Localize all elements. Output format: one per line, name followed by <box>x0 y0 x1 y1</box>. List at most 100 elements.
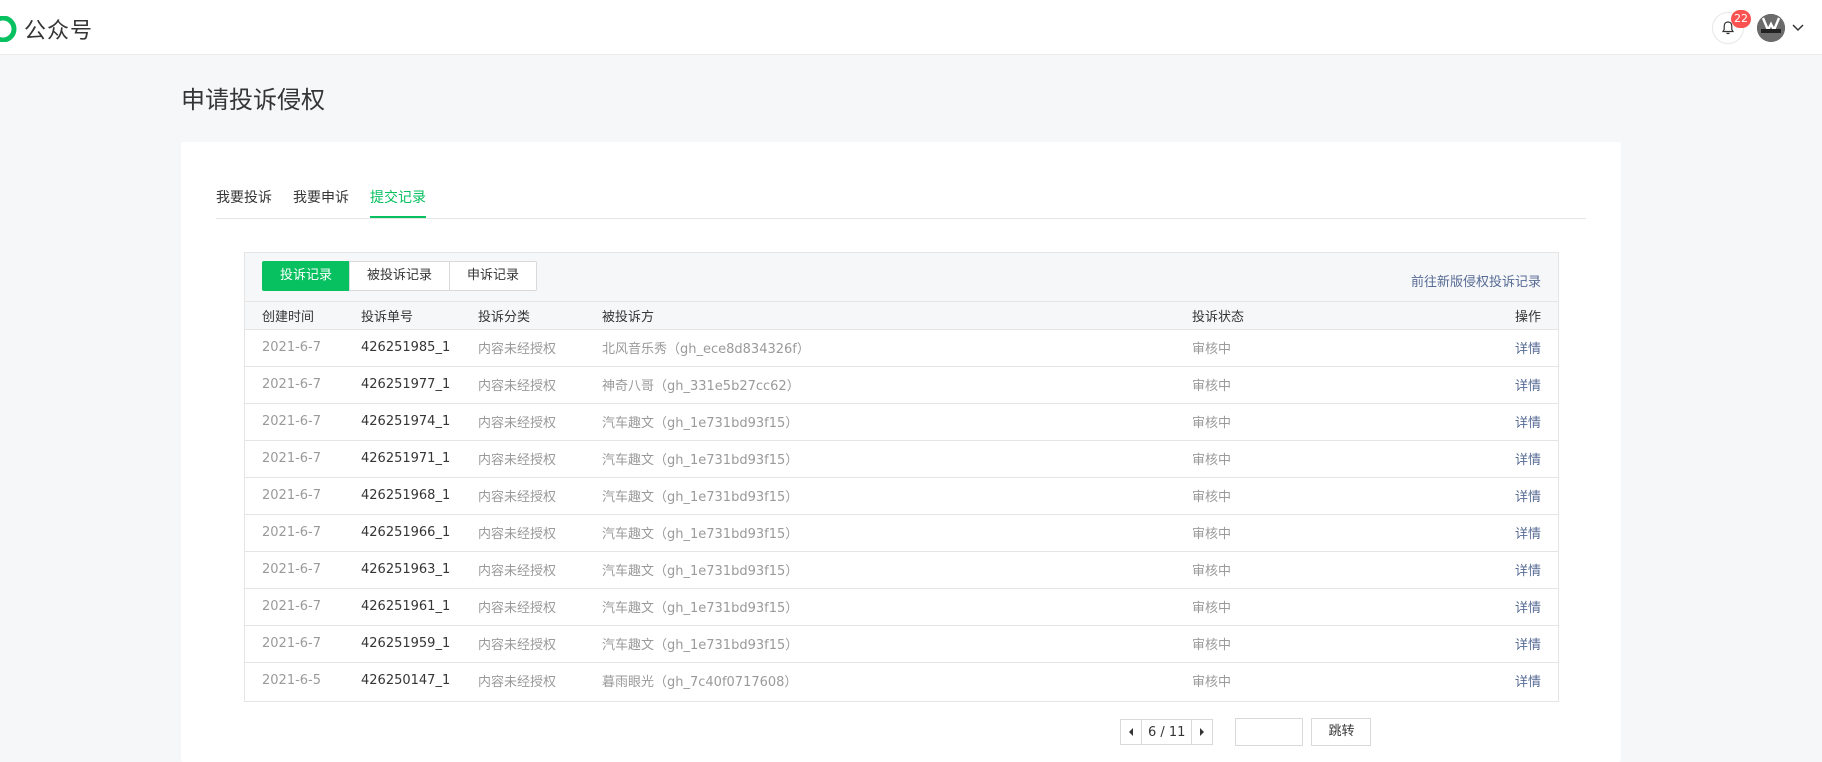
jump-button[interactable]: 跳转 <box>1311 718 1372 746</box>
cell-created-time: 2021-6-7 <box>245 440 361 478</box>
caret-left-icon <box>1129 728 1133 736</box>
cell-complaint-id: 426251966_1 <box>361 514 478 552</box>
cell-respondent: 汽车趣文（gh_1e731bd93f15） <box>602 625 1192 663</box>
tab-file-appeal[interactable]: 我要申诉 <box>293 186 349 217</box>
cell-category: 内容未经授权 <box>478 329 602 367</box>
details-link[interactable]: 详情 <box>1515 527 1541 542</box>
table-row: 2021-6-5 426250147_1 内容未经授权 暮雨眼光（gh_7c40… <box>245 662 1558 699</box>
page-indicator: 6 / 11 <box>1142 719 1192 745</box>
complained-records-button[interactable]: 被投诉记录 <box>349 261 451 291</box>
column-header-action: 操作 <box>1402 302 1558 330</box>
cell-action: 详情 <box>1402 588 1558 626</box>
details-link[interactable]: 详情 <box>1515 453 1541 468</box>
cell-created-time: 2021-6-7 <box>245 625 361 663</box>
cell-action: 详情 <box>1402 366 1558 404</box>
cell-action: 详情 <box>1402 440 1558 478</box>
prev-page-button[interactable] <box>1120 719 1142 745</box>
cell-category: 内容未经授权 <box>478 625 602 663</box>
cell-status: 审核中 <box>1192 514 1402 552</box>
details-link[interactable]: 详情 <box>1515 601 1541 616</box>
table-row: 2021-6-7 426251971_1 内容未经授权 汽车趣文（gh_1e73… <box>245 440 1558 478</box>
cell-created-time: 2021-6-7 <box>245 551 361 589</box>
cell-action: 详情 <box>1402 477 1558 515</box>
notification-badge: 22 <box>1731 10 1751 28</box>
table-row: 2021-6-7 426251966_1 内容未经授权 汽车趣文（gh_1e73… <box>245 514 1558 552</box>
caret-right-icon <box>1200 728 1205 736</box>
cell-category: 内容未经授权 <box>478 477 602 515</box>
cell-created-time: 2021-6-7 <box>245 588 361 626</box>
cell-created-time: 2021-6-7 <box>245 329 361 367</box>
cell-status: 审核中 <box>1192 675 1232 690</box>
cell-complaint-id: 426251974_1 <box>361 403 478 441</box>
details-link[interactable]: 详情 <box>1515 638 1541 653</box>
records-panel: 投诉记录 被投诉记录 申诉记录 前往新版侵权投诉记录 创建时间 投诉单号 投诉分… <box>244 252 1559 702</box>
cell-created-time: 2021-6-7 <box>245 366 361 404</box>
avatar[interactable] <box>1757 14 1785 42</box>
details-link[interactable]: 详情 <box>1515 416 1541 431</box>
cell-complaint-id: 426251963_1 <box>361 551 478 589</box>
content-card: 我要投诉 我要申诉 提交记录 投诉记录 被投诉记录 申诉记录 前往新版侵权投诉记… <box>181 142 1621 762</box>
top-bar: 公众号 22 <box>0 0 1822 55</box>
jump-page-input[interactable] <box>1235 718 1304 746</box>
cell-complaint-id: 426251968_1 <box>361 477 478 515</box>
details-link[interactable]: 详情 <box>1515 342 1541 357</box>
cell-respondent: 汽车趣文（gh_1e731bd93f15） <box>602 440 1192 478</box>
cell-complaint-id: 426251985_1 <box>361 329 478 367</box>
new-version-records-link[interactable]: 前往新版侵权投诉记录 <box>1411 271 1541 290</box>
cell-respondent: 汽车趣文（gh_1e731bd93f15） <box>602 477 1192 515</box>
table-row: 2021-6-7 426251985_1 内容未经授权 北风音乐秀（gh_ece… <box>245 329 1558 367</box>
pagination: 6 / 11 跳转 <box>1120 718 1372 746</box>
records-table: 创建时间 投诉单号 投诉分类 被投诉方 投诉状态 操作 2021-6-7 426… <box>245 302 1558 699</box>
details-link[interactable]: 详情 <box>1515 379 1541 394</box>
wechat-official-logo-icon <box>0 16 18 42</box>
table-row: 2021-6-7 426251961_1 内容未经授权 汽车趣文（gh_1e73… <box>245 588 1558 626</box>
table-row: 2021-6-7 426251959_1 内容未经授权 汽车趣文（gh_1e73… <box>245 625 1558 663</box>
cell-category: 内容未经授权 <box>478 551 602 589</box>
details-link[interactable]: 详情 <box>1515 564 1541 579</box>
cell-status: 审核中 <box>1192 477 1402 515</box>
cell-action: 详情 <box>1402 514 1558 552</box>
cell-created-time: 2021-6-7 <box>245 403 361 441</box>
details-link[interactable]: 详情 <box>1515 490 1541 505</box>
chevron-down-icon[interactable] <box>1792 24 1804 32</box>
cell-category: 内容未经授权 <box>478 514 602 552</box>
cell-status: 审核中 <box>1192 366 1402 404</box>
main-tabs: 我要投诉 我要申诉 提交记录 <box>216 186 1586 219</box>
cell-category: 内容未经授权 <box>478 366 602 404</box>
cell-created-time: 2021-6-7 <box>245 514 361 552</box>
cell-action: 详情 <box>1402 403 1558 441</box>
next-page-button[interactable] <box>1191 719 1214 745</box>
complaint-records-button[interactable]: 投诉记录 <box>262 261 351 291</box>
cell-status: 审核中 <box>1192 588 1402 626</box>
cell-complaint-id: 426251961_1 <box>361 588 478 626</box>
table-row: 2021-6-7 426251977_1 内容未经授权 神奇八哥（gh_331e… <box>245 366 1558 404</box>
cell-status: 审核中 <box>1192 440 1402 478</box>
table-row: 2021-6-7 426251968_1 内容未经授权 汽车趣文（gh_1e73… <box>245 477 1558 515</box>
appeal-records-button[interactable]: 申诉记录 <box>449 261 538 291</box>
column-header-complaint-id: 投诉单号 <box>361 302 478 330</box>
cell-complaint-id: 426251977_1 <box>361 366 478 404</box>
records-panel-header: 投诉记录 被投诉记录 申诉记录 前往新版侵权投诉记录 <box>245 253 1558 302</box>
cell-status: 审核中 <box>1192 403 1402 441</box>
details-link[interactable]: 详情 <box>1515 675 1541 690</box>
cell-category: 内容未经授权 <box>478 440 602 478</box>
cell-status: 审核中 <box>1192 625 1402 663</box>
logo[interactable]: 公众号 <box>0 14 93 44</box>
cell-action: 详情 <box>1402 625 1558 663</box>
tab-file-complaint[interactable]: 我要投诉 <box>216 186 272 217</box>
avatar-image <box>1757 14 1785 42</box>
cell-action: 详情 <box>1402 551 1558 589</box>
tab-submission-records[interactable]: 提交记录 <box>370 186 426 218</box>
cell-created-time: 2021-6-5 <box>262 673 322 688</box>
cell-complaint-id: 426251971_1 <box>361 440 478 478</box>
cell-action: 详情 <box>1402 329 1558 367</box>
cell-respondent: 汽车趣文（gh_1e731bd93f15） <box>602 403 1192 441</box>
app-name: 公众号 <box>24 19 94 44</box>
record-type-switch: 投诉记录 被投诉记录 申诉记录 <box>262 261 538 291</box>
cell-complaint-id: 426251959_1 <box>361 625 478 663</box>
cell-respondent: 汽车趣文（gh_1e731bd93f15） <box>602 588 1192 626</box>
cell-action: 详情 <box>1402 662 1558 699</box>
table-row: 2021-6-7 426251963_1 内容未经授权 汽车趣文（gh_1e73… <box>245 551 1558 589</box>
table-row: 2021-6-7 426251974_1 内容未经授权 汽车趣文（gh_1e73… <box>245 403 1558 441</box>
column-header-status: 投诉状态 <box>1192 302 1402 330</box>
